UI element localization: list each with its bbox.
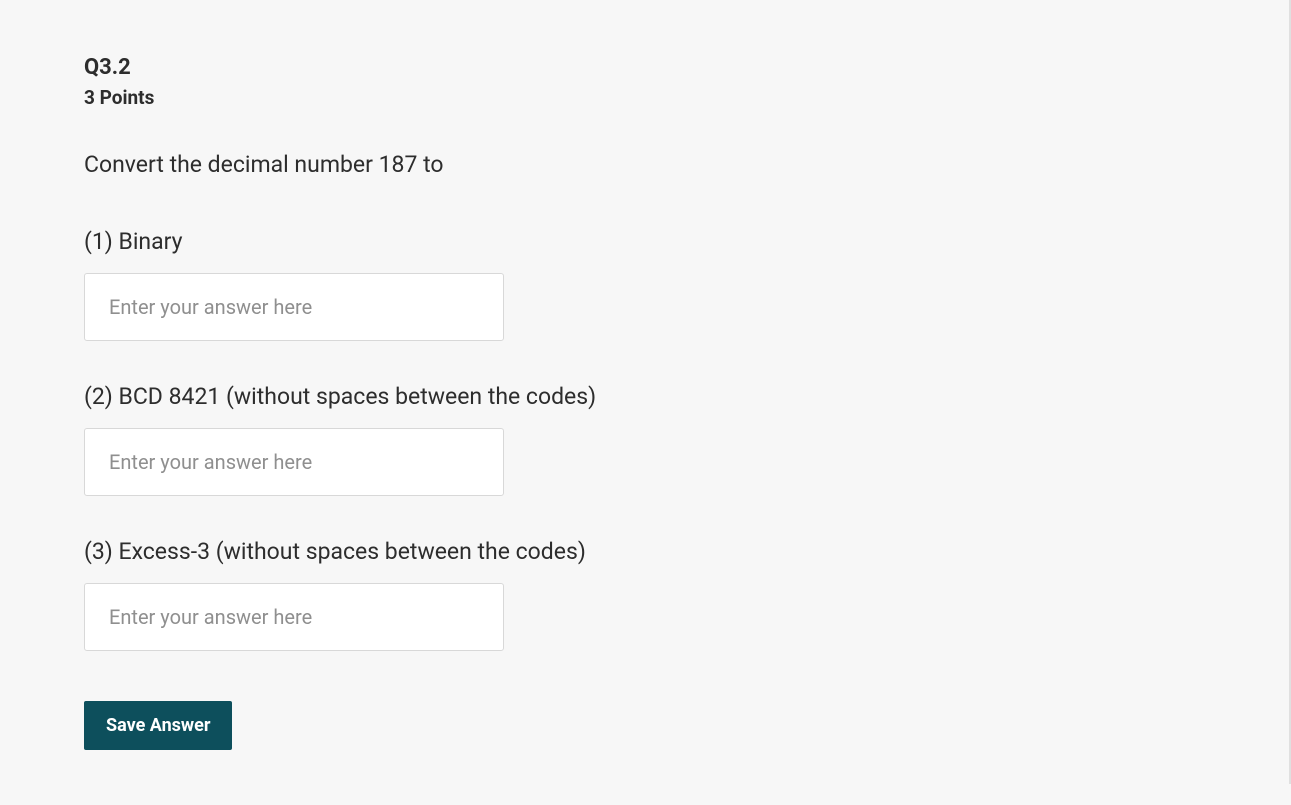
save-answer-button[interactable]: Save Answer <box>84 701 232 750</box>
sub-question-label: (1) Binary <box>84 228 1205 255</box>
question-number: Q3.2 <box>84 55 1205 80</box>
sub-question-label: (3) Excess-3 (without spaces between the… <box>84 538 1205 565</box>
answer-input-excess3[interactable] <box>84 583 504 651</box>
sub-question-1: (1) Binary <box>84 228 1205 341</box>
answer-input-bcd[interactable] <box>84 428 504 496</box>
sub-question-label: (2) BCD 8421 (without spaces between the… <box>84 383 1205 410</box>
question-points: 3 Points <box>84 86 1205 109</box>
question-container: Q3.2 3 Points Convert the decimal number… <box>0 0 1289 805</box>
question-prompt: Convert the decimal number 187 to <box>84 151 1205 178</box>
sub-question-2: (2) BCD 8421 (without spaces between the… <box>84 383 1205 496</box>
answer-input-binary[interactable] <box>84 273 504 341</box>
sub-question-3: (3) Excess-3 (without spaces between the… <box>84 538 1205 651</box>
